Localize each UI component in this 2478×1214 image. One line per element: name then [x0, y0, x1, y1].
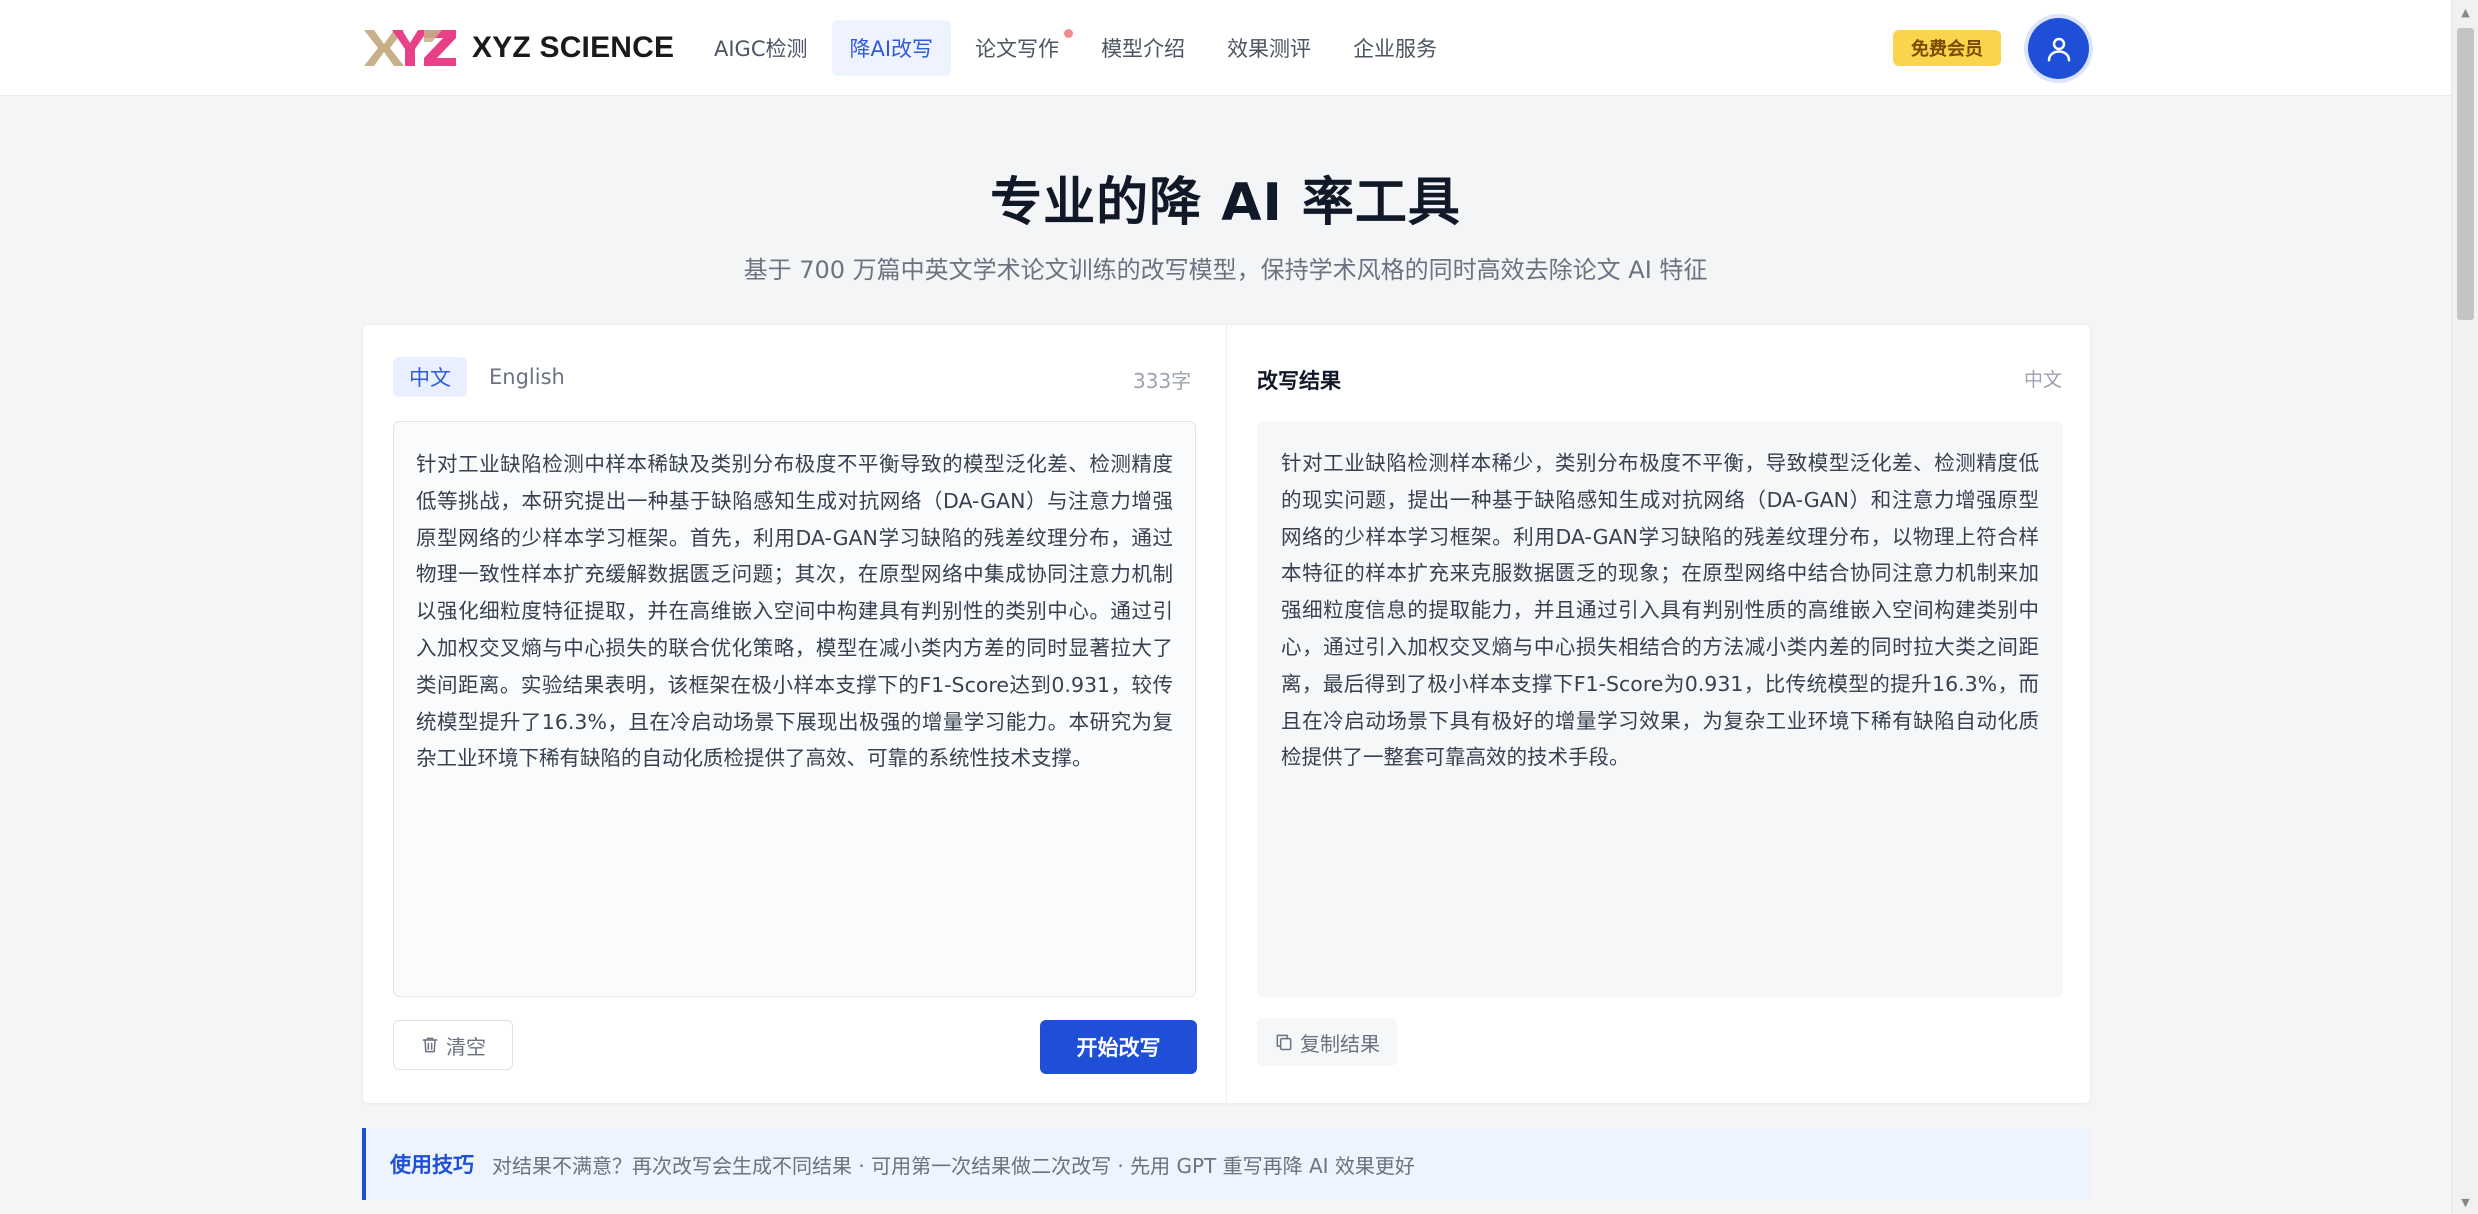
nav-item[interactable]: AIGC检测 — [696, 20, 826, 76]
page-title: 专业的降 AI 率工具 — [990, 173, 1461, 233]
nav-item-label: 企业服务 — [1353, 37, 1438, 61]
rewrite-card: 中文 English 333字 针对工业缺陷检测中样本稀缺及类别分布极度不平衡导… — [362, 324, 2091, 1104]
page-subtitle: 基于 700 万篇中英文学术论文训练的改写模型，保持学术风格的同时高效去除论文 … — [743, 256, 1708, 284]
clear-button-label: 清空 — [446, 1034, 486, 1059]
main-nav: AIGC检测 降AI改写 论文写作 模型介绍 效果测评 企业服务 — [696, 20, 1461, 76]
scroll-up-arrow-icon[interactable]: ▲ — [2452, 0, 2478, 24]
result-text: 针对工业缺陷检测样本稀少，类别分布极度不平衡，导致模型泛化差、检测精度低的现实问… — [1281, 451, 2039, 770]
copy-result-button[interactable]: 复制结果 — [1257, 1018, 1397, 1066]
scroll-down-arrow-icon[interactable]: ▼ — [2452, 1190, 2478, 1214]
nav-item[interactable]: 效果测评 — [1209, 20, 1329, 76]
char-count: 333字 — [1133, 369, 1192, 393]
copy-button-label: 复制结果 — [1300, 1031, 1380, 1056]
source-text-input[interactable]: 针对工业缺陷检测中样本稀缺及类别分布极度不平衡导致的模型泛化差、检测精度低等挑战… — [393, 421, 1196, 997]
start-rewrite-button[interactable]: 开始改写 — [1040, 1020, 1197, 1074]
notification-dot — [1064, 29, 1074, 38]
nav-item[interactable]: 论文写作 — [957, 20, 1077, 76]
panel-divider — [1226, 325, 1227, 1103]
tips-label: 使用技巧 — [390, 1153, 474, 1177]
clear-button[interactable]: 清空 — [393, 1020, 513, 1070]
nav-item-label: 模型介绍 — [1101, 37, 1186, 61]
language-tabs: 中文 English — [393, 357, 587, 397]
nav-item-label: 论文写作 — [975, 37, 1060, 61]
nav-item-label: AIGC检测 — [714, 37, 808, 61]
page-scrollbar[interactable]: ▲ ▼ — [2451, 0, 2478, 1214]
result-text-box: 针对工业缺陷检测样本稀少，类别分布极度不平衡，导致模型泛化差、检测精度低的现实问… — [1257, 421, 2063, 997]
tips-text: 对结果不满意？再次改写会生成不同结果 · 可用第一次结果做二次改写 · 先用 G… — [492, 1153, 1415, 1178]
nav-item[interactable]: 模型介绍 — [1083, 20, 1203, 76]
tips-bar: 使用技巧 对结果不满意？再次改写会生成不同结果 · 可用第一次结果做二次改写 ·… — [362, 1128, 2091, 1200]
vip-badge[interactable]: 免费会员 — [1893, 30, 2001, 66]
nav-item-label: 效果测评 — [1227, 37, 1312, 61]
brand-logo-mark — [364, 30, 456, 66]
copy-icon — [1274, 1032, 1294, 1052]
result-title: 改写结果 — [1257, 369, 1341, 393]
tab-english[interactable]: English — [473, 357, 581, 397]
brand-name: XYZ SCIENCE — [472, 31, 675, 64]
top-header: XYZ SCIENCE AIGC检测 降AI改写 论文写作 模型介绍 效果测评 企业服务 … — [0, 0, 2478, 96]
user-icon — [2047, 37, 2070, 61]
nav-item[interactable]: 企业服务 — [1335, 20, 1455, 76]
trash-icon — [420, 1035, 440, 1055]
scroll-thumb[interactable] — [2457, 28, 2474, 320]
user-avatar[interactable] — [2028, 18, 2089, 79]
source-text: 针对工业缺陷检测中样本稀缺及类别分布极度不平衡导致的模型泛化差、检测精度低等挑战… — [416, 452, 1173, 771]
brand-logo[interactable]: XYZ SCIENCE — [362, 24, 674, 72]
nav-item-label: 降AI改写 — [849, 37, 934, 61]
tab-chinese[interactable]: 中文 — [393, 357, 467, 397]
result-language: 中文 — [2024, 369, 2063, 391]
nav-item[interactable]: 降AI改写 — [831, 20, 952, 76]
